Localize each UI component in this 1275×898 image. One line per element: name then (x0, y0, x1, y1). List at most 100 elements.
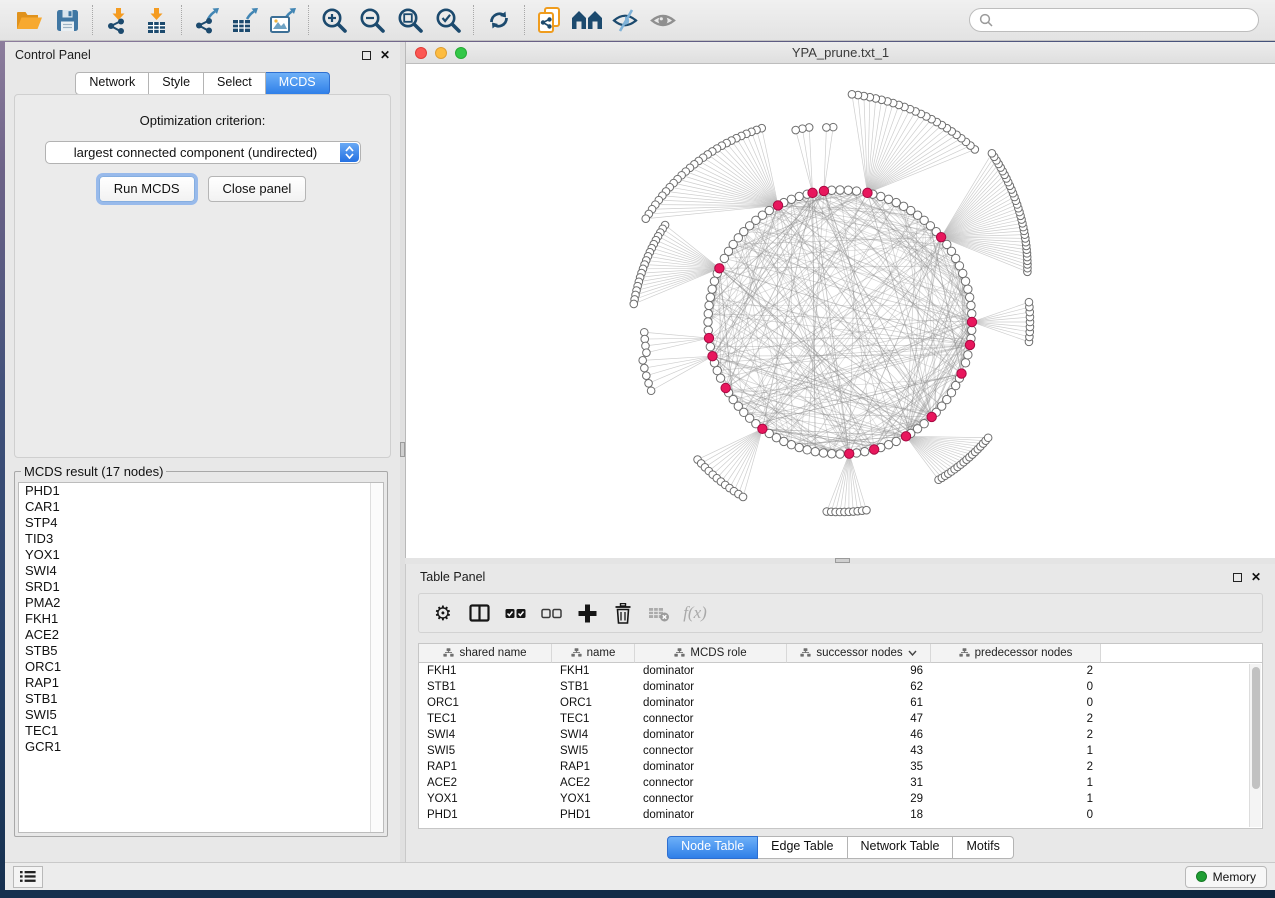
mcds-result-item[interactable]: SWI4 (19, 563, 383, 579)
open-file-button[interactable] (10, 3, 48, 37)
memory-button[interactable]: Memory (1185, 866, 1267, 888)
column-header-name[interactable]: name (552, 644, 635, 663)
add-column-button[interactable] (569, 597, 605, 629)
mcds-result-item[interactable]: TEC1 (19, 723, 383, 739)
deselect-all-button[interactable] (533, 597, 569, 629)
memory-status-icon (1196, 871, 1207, 882)
mcds-result-item[interactable]: RAP1 (19, 675, 383, 691)
close-panel-icon[interactable]: ✕ (1251, 571, 1261, 583)
deselect-all-icon (541, 606, 562, 621)
select-all-button[interactable] (497, 597, 533, 629)
mcds-result-item[interactable]: PHD1 (19, 483, 383, 499)
mcds-result-item[interactable]: CAR1 (19, 499, 383, 515)
cell-predecessors: 1 (931, 743, 1101, 759)
mcds-result-item[interactable]: STP4 (19, 515, 383, 531)
export-table-button[interactable] (226, 3, 264, 37)
tab-style[interactable]: Style (149, 72, 204, 95)
splitter-grip[interactable] (835, 558, 850, 563)
table-row[interactable]: FKH1FKH1dominator962 (419, 663, 1262, 679)
mcds-result-list[interactable]: PHD1CAR1STP4TID3YOX1SWI4SRD1PMA2FKH1ACE2… (18, 482, 384, 833)
float-panel-icon[interactable] (362, 51, 371, 60)
column-header-predecessor-nodes[interactable]: predecessor nodes (931, 644, 1101, 663)
network-graph[interactable] (406, 64, 1275, 558)
splitter-grip[interactable] (400, 442, 405, 457)
table-row[interactable]: RAP1RAP1dominator352 (419, 759, 1262, 775)
tab-node-table[interactable]: Node Table (667, 836, 758, 859)
delete-table-button[interactable] (641, 597, 677, 629)
table-row[interactable]: SWI5SWI5connector431 (419, 743, 1262, 759)
zoom-fit-button[interactable] (391, 3, 429, 37)
float-panel-icon[interactable] (1233, 573, 1242, 582)
mcds-result-item[interactable]: STB1 (19, 691, 383, 707)
cell-predecessors: 2 (931, 727, 1101, 743)
zoom-selected-button[interactable] (429, 3, 467, 37)
scrollbar-thumb[interactable] (1252, 667, 1260, 789)
table-scrollbar[interactable] (1249, 664, 1261, 827)
plus-icon (577, 603, 598, 624)
cell-name: RAP1 (552, 759, 635, 775)
table-row[interactable]: STB1STB1dominator620 (419, 679, 1262, 695)
table-row[interactable]: ORC1ORC1dominator610 (419, 695, 1262, 711)
list-scrollbar[interactable] (370, 483, 383, 832)
mcds-result-item[interactable]: FKH1 (19, 611, 383, 627)
mcds-result-item[interactable]: SWI5 (19, 707, 383, 723)
tab-motifs[interactable]: Motifs (953, 836, 1013, 859)
mcds-result-item[interactable]: YOX1 (19, 547, 383, 563)
cell-shared_name: ORC1 (419, 695, 552, 711)
node-table[interactable]: shared namenameMCDS rolesuccessor nodesp… (418, 643, 1263, 829)
export-network-button[interactable] (188, 3, 226, 37)
tab-network[interactable]: Network (75, 72, 149, 95)
table-row[interactable]: YOX1YOX1connector291 (419, 791, 1262, 807)
cell-predecessors: 1 (931, 791, 1101, 807)
table-row[interactable]: PHD1PHD1dominator180 (419, 807, 1262, 823)
table-settings-button[interactable]: ⚙ (425, 597, 461, 629)
zoom-out-button[interactable] (353, 3, 391, 37)
ndex-browse-button[interactable] (569, 3, 607, 37)
delete-column-button[interactable] (605, 597, 641, 629)
cell-predecessors: 0 (931, 679, 1101, 695)
tab-edge-table[interactable]: Edge Table (758, 836, 847, 859)
cell-predecessors: 2 (931, 663, 1101, 679)
cell-predecessors: 2 (931, 711, 1101, 727)
run-mcds-button[interactable]: Run MCDS (99, 176, 195, 202)
column-header-successor-nodes[interactable]: successor nodes (787, 644, 931, 663)
mcds-result-item[interactable]: PMA2 (19, 595, 383, 611)
mcds-result-item[interactable]: GCR1 (19, 739, 383, 755)
optimization-criterion-dropdown[interactable]: largest connected component (undirected) (45, 141, 361, 164)
save-session-button[interactable] (48, 3, 86, 37)
table-row[interactable]: SWI4SWI4dominator462 (419, 727, 1262, 743)
tab-network-table[interactable]: Network Table (848, 836, 954, 859)
function-builder-button[interactable]: f(x) (677, 597, 713, 629)
close-panel-button[interactable]: Close panel (208, 176, 307, 202)
network-canvas[interactable] (406, 64, 1275, 558)
search-input[interactable] (998, 12, 1249, 28)
search-field[interactable] (969, 8, 1259, 32)
close-panel-icon[interactable]: ✕ (380, 49, 390, 61)
mcds-result-item[interactable]: ACE2 (19, 627, 383, 643)
cell-successors: 62 (787, 679, 931, 695)
select-all-icon (505, 606, 526, 621)
dropdown-value: largest connected component (undirected) (46, 145, 360, 160)
column-header-MCDS-role[interactable]: MCDS role (635, 644, 787, 663)
import-network-button[interactable] (99, 3, 137, 37)
network-title: YPA_prune.txt_1 (406, 45, 1275, 60)
mcds-result-item[interactable]: ORC1 (19, 659, 383, 675)
mcds-result-item[interactable]: TID3 (19, 531, 383, 547)
mcds-result-item[interactable]: STB5 (19, 643, 383, 659)
tab-select[interactable]: Select (204, 72, 266, 95)
export-image-button[interactable] (264, 3, 302, 37)
hide-graphics-details-button[interactable] (607, 3, 645, 37)
zoom-in-button[interactable] (315, 3, 353, 37)
table-row[interactable]: TEC1TEC1connector472 (419, 711, 1262, 727)
column-header-shared-name[interactable]: shared name (419, 644, 552, 663)
ndex-network-document-button[interactable] (531, 3, 569, 37)
tab-mcds[interactable]: MCDS (266, 72, 330, 95)
import-table-button[interactable] (137, 3, 175, 37)
task-history-button[interactable] (13, 866, 43, 888)
show-graphics-details-button[interactable] (645, 3, 683, 37)
split-view-button[interactable] (461, 597, 497, 629)
table-row[interactable]: ACE2ACE2connector311 (419, 775, 1262, 791)
refresh-layout-button[interactable] (480, 3, 518, 37)
mcds-result-item[interactable]: SRD1 (19, 579, 383, 595)
import-network-icon (105, 7, 132, 34)
